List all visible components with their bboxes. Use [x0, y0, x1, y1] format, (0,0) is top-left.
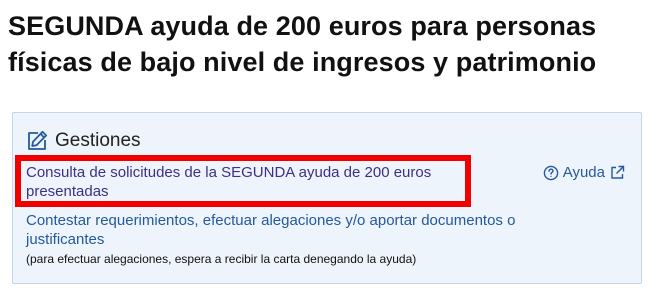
panel-header: Gestiones [25, 129, 141, 153]
pencil-edit-icon [25, 129, 49, 153]
contestar-requerimientos-link[interactable]: Contestar requerimientos, efectuar alega… [26, 211, 586, 249]
ayuda-label: Ayuda [562, 164, 605, 181]
external-link-icon [610, 165, 625, 180]
question-circle-icon [543, 165, 559, 181]
panel-title: Gestiones [55, 130, 141, 151]
gestiones-panel: Gestiones Consulta de solicitudes de la … [12, 112, 642, 284]
consulta-solicitudes-link[interactable]: Consulta de solicitudes de la SEGUNDA ay… [26, 163, 466, 201]
page-title: SEGUNDA ayuda de 200 euros para personas… [8, 11, 597, 77]
alegaciones-note: (para efectuar alegaciones, espera a rec… [26, 252, 417, 266]
ayuda-link[interactable]: Ayuda [543, 163, 625, 182]
